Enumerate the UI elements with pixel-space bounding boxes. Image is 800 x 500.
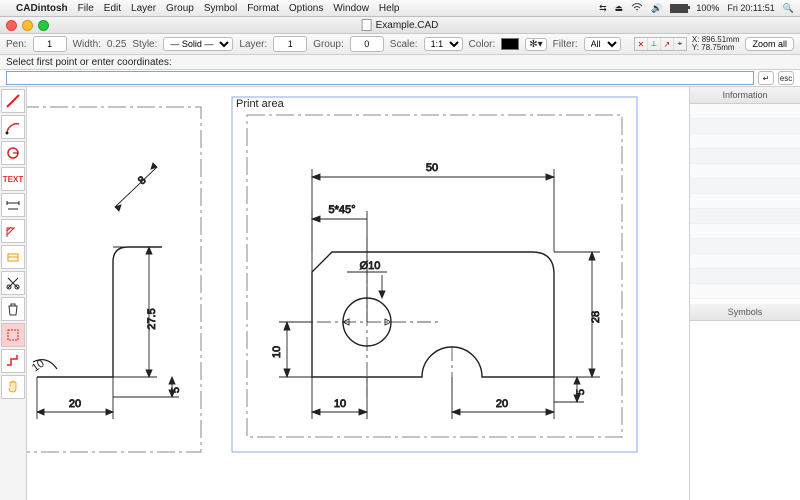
svg-text:27.5: 27.5 [146,308,158,329]
layer-stepper[interactable] [273,36,307,52]
menu-file[interactable]: File [78,3,94,14]
side-panel: Information Symbols [689,87,800,500]
pan-tool[interactable] [1,375,25,399]
menu-format[interactable]: Format [247,3,279,14]
svg-text:10: 10 [271,346,283,358]
pen-label: Pen: [6,39,27,50]
battery-icon[interactable] [670,4,688,13]
gear-menu[interactable]: ✻▾ [525,38,546,51]
information-list[interactable] [690,104,800,304]
esc-button[interactable]: esc [778,71,794,85]
pen-stepper[interactable] [33,36,67,52]
spotlight-icon[interactable]: 🔍 [783,3,794,14]
volume-icon[interactable]: 🔊 [651,3,662,14]
hatch-tool[interactable] [1,219,25,243]
svg-text:10: 10 [334,398,346,410]
svg-text:28: 28 [590,311,602,323]
svg-text:20: 20 [496,398,508,410]
coord-ortho-icon[interactable]: ⟂ [648,38,661,50]
width-label: Width: [73,39,101,50]
tool-palette: TEXT [0,87,27,500]
coord-abs-icon[interactable]: ↗ [661,38,674,50]
group-stepper[interactable] [350,36,384,52]
menu-help[interactable]: Help [379,3,400,14]
coord-origin-icon[interactable]: ⌖ [674,38,686,50]
menu-options[interactable]: Options [289,3,323,14]
svg-text:Ø10: Ø10 [360,260,381,272]
symbols-panel[interactable] [690,321,800,500]
options-toolbar: Pen: Width: 0.25 Style: — Solid — Layer:… [0,34,800,55]
coordinate-readout: ✕ ⟂ ↗ ⌖ X: 896.51mm Y: 78.75mm [634,36,740,52]
window-minimize-button[interactable] [22,20,33,31]
drawing-canvas[interactable]: 8 27.5 20 5 [27,87,689,500]
coordinate-input-row: ↵ esc [0,70,800,87]
width-value: 0.25 [107,39,126,50]
coordinate-input[interactable] [6,71,754,85]
svg-text:50: 50 [426,162,438,174]
svg-text:5*45°: 5*45° [328,204,355,216]
window-zoom-button[interactable] [38,20,49,31]
confirm-button[interactable]: ↵ [758,71,774,85]
information-panel-title: Information [690,87,800,104]
menu-group[interactable]: Group [166,3,194,14]
print-area-label: Print area [236,98,285,110]
menu-edit[interactable]: Edit [104,3,121,14]
window-titlebar: Example.CAD [0,17,800,34]
eject-icon[interactable]: ⏏ [615,3,624,14]
color-label: Color: [469,39,496,50]
symbol-tool[interactable] [1,245,25,269]
arc-tool[interactable] [1,115,25,139]
window-close-button[interactable] [6,20,17,31]
document-icon [362,19,372,31]
dimension-tool[interactable] [1,193,25,217]
line-tool[interactable] [1,89,25,113]
filter-label: Filter: [553,39,578,50]
app-menu[interactable]: CADintosh [16,3,68,14]
svg-text:20: 20 [69,398,81,410]
filter-select[interactable]: All [584,37,621,51]
switch-user-icon[interactable]: ⇆ [599,3,607,14]
drawing-left-part: 8 27.5 20 5 [27,107,201,452]
color-swatch[interactable] [501,38,519,50]
trim-tool[interactable] [1,271,25,295]
print-area-group: Print area 50 [232,97,637,452]
delete-tool[interactable] [1,297,25,321]
style-label: Style: [132,39,157,50]
polyline-tool[interactable] [1,349,25,373]
style-select[interactable]: — Solid — [163,37,233,51]
wifi-icon[interactable] [631,3,643,14]
document-title: Example.CAD [376,20,439,31]
coord-cross-icon[interactable]: ✕ [635,38,648,50]
scale-select[interactable]: 1:1 [424,37,463,51]
scale-label: Scale: [390,39,418,50]
status-bar: Select first point or enter coordinates: [0,55,800,70]
menu-symbol[interactable]: Symbol [204,3,237,14]
menu-window[interactable]: Window [333,3,369,14]
zoom-all-button[interactable]: Zoom all [745,37,794,51]
status-prompt: Select first point or enter coordinates: [6,57,172,68]
coord-y-value: 78.75mm [701,43,734,52]
battery-pct: 100% [696,3,719,13]
layer-label: Layer: [239,39,267,50]
circle-tool[interactable] [1,141,25,165]
clock[interactable]: Fri 20:11:51 [727,3,774,13]
text-tool[interactable]: TEXT [1,167,25,191]
svg-text:5: 5 [170,387,182,393]
symbols-panel-title: Symbols [690,304,800,321]
select-tool[interactable] [1,323,25,347]
svg-text:5: 5 [575,389,587,395]
menu-layer[interactable]: Layer [131,3,156,14]
main-part [312,252,554,377]
group-label: Group: [313,39,344,50]
mac-menubar: CADintosh File Edit Layer Group Symbol F… [0,0,800,17]
